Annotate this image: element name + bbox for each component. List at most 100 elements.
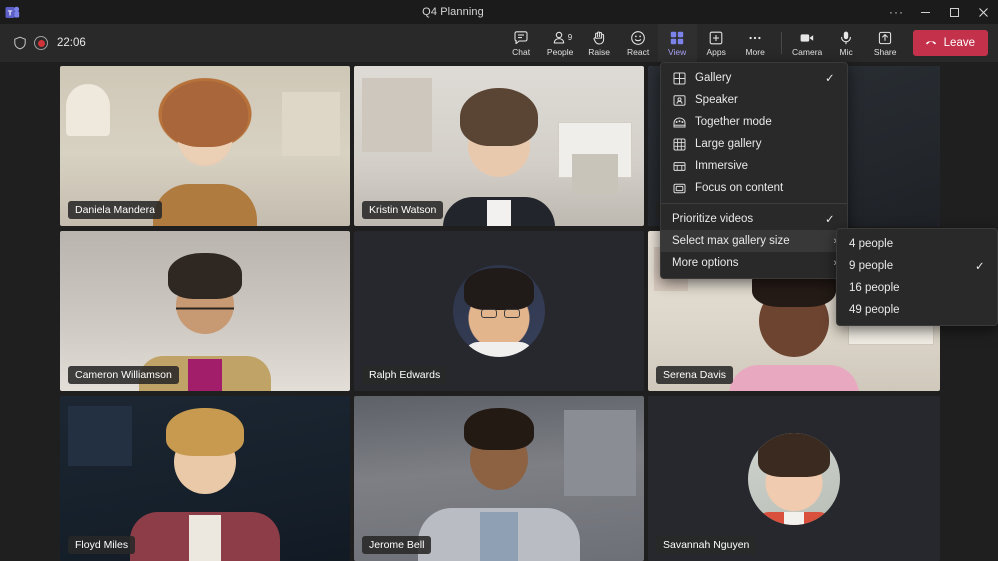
people-icon: 9 bbox=[552, 30, 568, 47]
view-dropdown-menu: Gallery ✓ Speaker bbox=[660, 62, 848, 279]
speaker-icon bbox=[672, 93, 686, 107]
menu-item-label: Together mode bbox=[695, 116, 816, 128]
title-bar: T Q4 Planning ··· bbox=[0, 0, 998, 24]
apps-icon bbox=[708, 30, 724, 47]
menu-item-prioritize-videos[interactable]: Prioritize videos ✓ bbox=[661, 208, 847, 230]
toolbar-button-chat[interactable]: Chat bbox=[502, 24, 541, 62]
check-icon: ✓ bbox=[825, 71, 837, 85]
menu-item-label: Large gallery bbox=[695, 138, 816, 150]
toolbar-button-apps[interactable]: Apps bbox=[697, 24, 736, 62]
window-title: Q4 Planning bbox=[24, 6, 882, 18]
raise-hand-icon bbox=[591, 30, 607, 47]
submenu-item-49-people[interactable]: 49 people bbox=[837, 299, 997, 321]
toolbar-label: People bbox=[547, 48, 573, 57]
toolbar-divider bbox=[781, 32, 782, 54]
more-icon bbox=[747, 30, 763, 47]
leave-button[interactable]: Leave bbox=[913, 30, 988, 56]
participant-name: Cameron Williamson bbox=[68, 366, 179, 384]
toolbar-label: More bbox=[745, 48, 764, 57]
share-icon bbox=[877, 30, 893, 47]
submenu-item-4-people[interactable]: 4 people bbox=[837, 233, 997, 255]
toolbar-button-react[interactable]: React bbox=[619, 24, 658, 62]
participant-name: Jerome Bell bbox=[362, 536, 431, 554]
chat-icon bbox=[513, 30, 529, 47]
participant-tile[interactable]: Jerome Bell bbox=[354, 396, 644, 561]
menu-item-label: Speaker bbox=[695, 94, 816, 106]
participant-tile[interactable]: Floyd Miles bbox=[60, 396, 350, 561]
menu-item-label: Focus on content bbox=[695, 182, 816, 194]
participant-name: Serena Davis bbox=[656, 366, 733, 384]
participant-name: Kristin Watson bbox=[362, 201, 443, 219]
gallery-size-submenu: 4 people 9 people ✓ 16 people 49 people bbox=[836, 228, 998, 326]
titlebar-more-button[interactable]: ··· bbox=[882, 0, 911, 24]
toolbar-label: Raise bbox=[588, 48, 610, 57]
toolbar-label: Apps bbox=[706, 48, 725, 57]
toolbar-button-people[interactable]: 9 People bbox=[541, 24, 580, 62]
recording-indicator-icon bbox=[34, 36, 48, 50]
menu-item-gallery[interactable]: Gallery ✓ bbox=[661, 67, 847, 89]
menu-item-label: More options bbox=[672, 257, 824, 269]
meeting-status-group: 22:06 bbox=[0, 36, 86, 50]
teams-meeting-window: T Q4 Planning ··· 22:06 bbox=[0, 0, 998, 561]
menu-item-speaker[interactable]: Speaker bbox=[661, 89, 847, 111]
menu-item-more-options[interactable]: More options › bbox=[661, 252, 847, 274]
participant-tile[interactable]: Ralph Edwards bbox=[354, 231, 644, 391]
gallery-icon bbox=[672, 71, 686, 85]
participant-name: Savannah Nguyen bbox=[656, 536, 756, 554]
minimize-icon[interactable] bbox=[911, 0, 940, 24]
avatar bbox=[748, 433, 840, 525]
meeting-toolbar: 22:06 Chat 9 bbox=[0, 24, 998, 62]
participant-name: Daniela Mandera bbox=[68, 201, 162, 219]
participant-name: Floyd Miles bbox=[68, 536, 135, 554]
close-icon[interactable] bbox=[969, 0, 998, 24]
submenu-item-9-people[interactable]: 9 people ✓ bbox=[837, 255, 997, 277]
menu-item-label: Select max gallery size bbox=[672, 235, 824, 247]
submenu-item-label: 49 people bbox=[849, 304, 975, 316]
check-icon: ✓ bbox=[975, 259, 987, 273]
people-count-badge: 9 bbox=[568, 33, 572, 42]
menu-item-select-max-gallery-size[interactable]: Select max gallery size › bbox=[661, 230, 847, 252]
svg-text:T: T bbox=[7, 8, 12, 17]
window-controls: ··· bbox=[882, 0, 998, 24]
leave-button-label: Leave bbox=[944, 37, 975, 49]
menu-item-together-mode[interactable]: Together mode bbox=[661, 111, 847, 133]
toolbar-label: View bbox=[668, 48, 686, 57]
teams-logo-icon: T bbox=[0, 0, 24, 24]
submenu-item-label: 9 people bbox=[849, 260, 975, 272]
toolbar-button-raise[interactable]: Raise bbox=[580, 24, 619, 62]
toolbar-label: React bbox=[627, 48, 649, 57]
menu-item-label: Gallery bbox=[695, 72, 816, 84]
participant-tile[interactable]: Savannah Nguyen bbox=[648, 396, 940, 561]
menu-item-label: Prioritize videos bbox=[672, 213, 816, 225]
menu-item-focus-on-content[interactable]: Focus on content bbox=[661, 177, 847, 199]
large-gallery-icon bbox=[672, 137, 686, 151]
submenu-item-16-people[interactable]: 16 people bbox=[837, 277, 997, 299]
maximize-icon[interactable] bbox=[940, 0, 969, 24]
grid-view-icon bbox=[669, 30, 685, 47]
submenu-item-label: 16 people bbox=[849, 282, 975, 294]
toolbar-button-share[interactable]: Share bbox=[866, 24, 905, 62]
menu-item-immersive[interactable]: Immersive bbox=[661, 155, 847, 177]
avatar bbox=[453, 265, 545, 357]
participant-name: Ralph Edwards bbox=[362, 366, 447, 384]
toolbar-button-mic[interactable]: Mic bbox=[827, 24, 866, 62]
menu-item-label: Immersive bbox=[695, 160, 816, 172]
toolbar-button-more[interactable]: More bbox=[736, 24, 775, 62]
check-icon: ✓ bbox=[825, 212, 837, 226]
shield-icon[interactable] bbox=[13, 36, 27, 50]
menu-item-large-gallery[interactable]: Large gallery bbox=[661, 133, 847, 155]
toolbar-button-view[interactable]: View bbox=[658, 24, 697, 62]
submenu-item-label: 4 people bbox=[849, 238, 975, 250]
meeting-timer: 22:06 bbox=[57, 37, 86, 49]
participant-tile[interactable]: Daniela Mandera bbox=[60, 66, 350, 226]
mic-icon bbox=[838, 30, 854, 47]
hangup-icon bbox=[924, 35, 938, 52]
toolbar-button-camera[interactable]: Camera bbox=[788, 24, 827, 62]
participant-tile[interactable]: Kristin Watson bbox=[354, 66, 644, 226]
participant-tile[interactable]: Cameron Williamson bbox=[60, 231, 350, 391]
toolbar-label: Mic bbox=[840, 48, 853, 57]
toolbar-label: Chat bbox=[512, 48, 530, 57]
toolbar-label: Share bbox=[874, 48, 897, 57]
toolbar-actions: Chat 9 People Raise bbox=[502, 24, 905, 62]
together-mode-icon bbox=[672, 115, 686, 129]
